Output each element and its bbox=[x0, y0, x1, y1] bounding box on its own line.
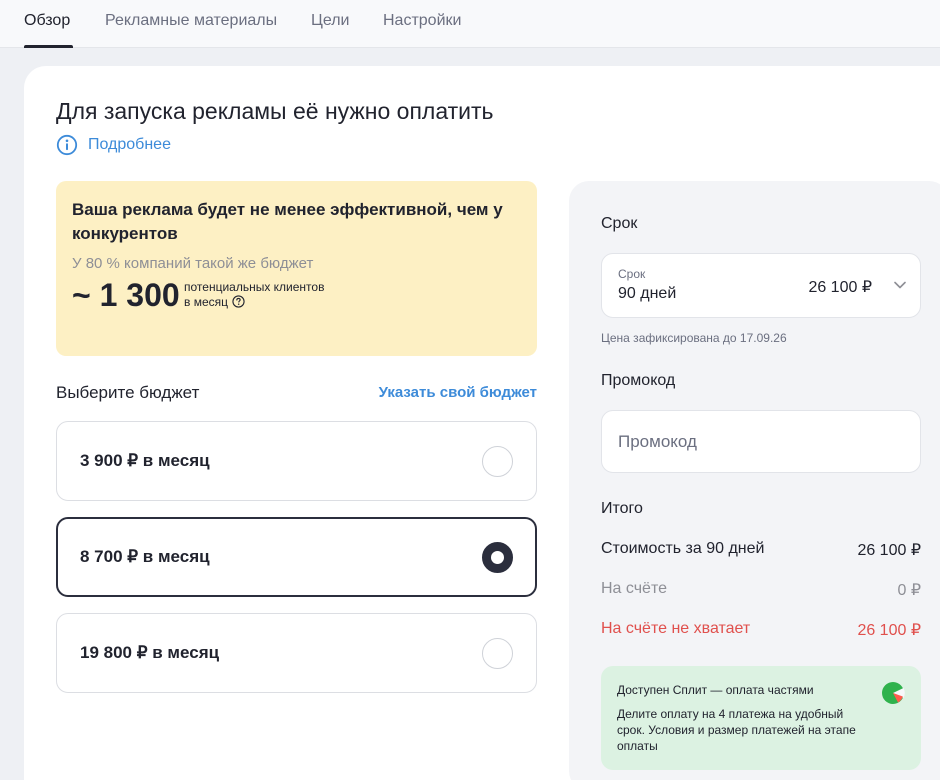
row-value: 0 ₽ bbox=[897, 582, 921, 599]
split-title: Доступен Сплит — оплата частями bbox=[617, 683, 814, 697]
tab-ad-materials[interactable]: Рекламные материалы bbox=[105, 12, 277, 30]
promo-code-title: Промокод bbox=[601, 372, 676, 389]
banner-headline: Ваша реклама будет не менее эффективной,… bbox=[72, 200, 503, 243]
budget-section-label: Выберите бюджет bbox=[56, 383, 200, 402]
budget-option-label: 8 700 ₽ в месяц bbox=[80, 547, 210, 566]
row-label: На счёте не хватает bbox=[601, 620, 751, 637]
term-section-title: Срок bbox=[601, 215, 638, 232]
promo-code-input[interactable] bbox=[601, 410, 921, 473]
term-select-value: 90 дней bbox=[618, 285, 677, 302]
budget-option-label: 19 800 ₽ в месяц bbox=[80, 643, 220, 662]
row-label: Стоимость за 90 дней bbox=[601, 540, 765, 557]
radio-button[interactable] bbox=[482, 638, 513, 669]
competitor-efficiency-banner: Ваша реклама будет не менее эффективной,… bbox=[56, 181, 537, 356]
tab-goals[interactable]: Цели bbox=[311, 12, 349, 30]
top-tabs-bar: Обзор Рекламные материалы Цели Настройки bbox=[0, 0, 940, 48]
banner-subtext: У 80 % компаний такой же бюджет bbox=[72, 255, 314, 272]
note-line-2: в месяц bbox=[184, 295, 229, 309]
budget-option-19800[interactable]: 19 800 ₽ в месяц bbox=[56, 613, 537, 693]
row-value: 26 100 ₽ bbox=[857, 542, 921, 559]
potential-clients-note: потенциальных клиентов в месяц bbox=[184, 280, 324, 310]
custom-budget-link[interactable]: Указать свой бюджет bbox=[379, 384, 537, 401]
potential-clients-number: ~ 1 300 bbox=[72, 277, 180, 313]
active-tab-indicator bbox=[24, 45, 73, 48]
price-fixed-note: Цена зафиксирована до 17.09.26 bbox=[601, 331, 787, 345]
term-select-caption: Срок bbox=[618, 267, 646, 281]
budget-option-8700[interactable]: 8 700 ₽ в месяц bbox=[56, 517, 537, 597]
info-circle-icon bbox=[56, 134, 78, 156]
tab-overview[interactable]: Обзор bbox=[24, 12, 70, 30]
row-value: 26 100 ₽ bbox=[857, 622, 921, 639]
more-info-label: Подробнее bbox=[88, 136, 171, 153]
budget-option-3900[interactable]: 3 900 ₽ в месяц bbox=[56, 421, 537, 501]
radio-button[interactable] bbox=[482, 446, 513, 477]
note-line-1: потенциальных клиентов bbox=[184, 280, 325, 294]
total-section-title: Итого bbox=[601, 500, 643, 517]
chevron-down-icon bbox=[894, 281, 906, 289]
tab-settings[interactable]: Настройки bbox=[383, 12, 461, 30]
question-circle-icon[interactable] bbox=[232, 295, 245, 308]
row-label: На счёте bbox=[601, 580, 667, 597]
term-select[interactable]: Срок 90 дней 26 100 ₽ bbox=[601, 253, 921, 318]
split-description: Делите оплату на 4 платежа на удобный ср… bbox=[617, 707, 856, 753]
term-select-price: 26 100 ₽ bbox=[808, 279, 872, 296]
budget-option-label: 3 900 ₽ в месяц bbox=[80, 451, 210, 470]
split-payment-banner[interactable]: Доступен Сплит — оплата частями Делите о… bbox=[601, 666, 921, 770]
more-info-link[interactable]: Подробнее bbox=[56, 134, 171, 156]
radio-button-selected[interactable] bbox=[482, 542, 513, 573]
split-logo-icon bbox=[882, 682, 905, 704]
page-title: Для запуска рекламы её нужно оплатить bbox=[56, 98, 494, 124]
